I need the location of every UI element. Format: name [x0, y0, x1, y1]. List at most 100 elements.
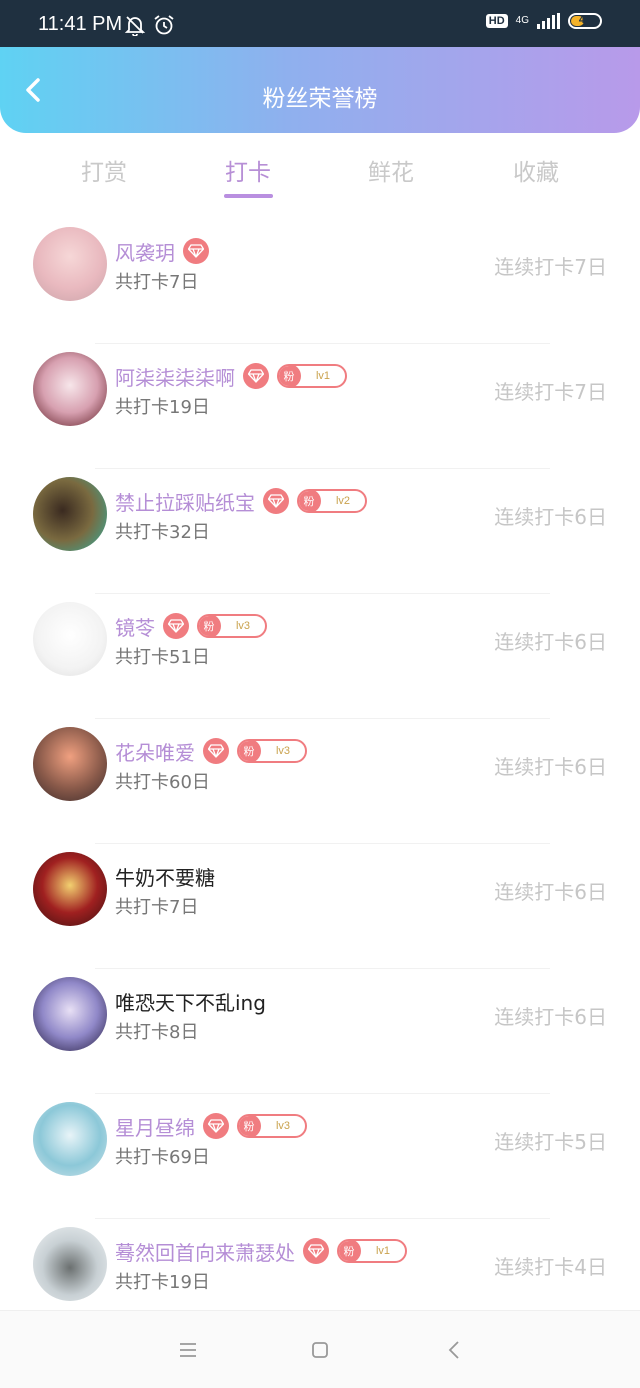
fan-row[interactable]: 阿柒柒柒柒啊 粉 lv1 共打卡19日 连续打卡7日 — [0, 344, 640, 469]
avatar[interactable] — [33, 852, 107, 926]
name-line: 蓦然回首向来萧瑟处 粉 lv1 — [115, 1236, 407, 1266]
fan-level-badge: 粉 lv1 — [277, 364, 347, 388]
fan-row[interactable]: 星月昼绵 粉 lv3 共打卡69日 连续打卡5日 — [0, 1094, 640, 1219]
tab-flowers[interactable]: 鲜花 — [341, 153, 441, 187]
fan-name[interactable]: 阿柒柒柒柒啊 — [115, 362, 235, 391]
status-time: 11:41 PM — [38, 13, 123, 35]
name-line: 牛奶不要糖 — [115, 861, 215, 891]
fan-badge-label: 粉 — [339, 1241, 361, 1261]
fan-name[interactable]: 蓦然回首向来萧瑟处 — [115, 1237, 295, 1266]
avatar[interactable] — [33, 727, 107, 801]
diamond-icon — [183, 238, 209, 264]
name-line: 星月昼绵 粉 lv3 — [115, 1111, 307, 1141]
battery-icon: 47 — [568, 13, 602, 29]
fan-name[interactable]: 星月昼绵 — [115, 1112, 195, 1141]
diamond-icon — [163, 613, 189, 639]
total-checkins: 共打卡19日 — [115, 1272, 210, 1293]
fan-level-badge: 粉 lv3 — [237, 1114, 307, 1138]
fan-level-badge: 粉 lv2 — [297, 489, 367, 513]
checkin-streak: 连续打卡7日 — [494, 380, 607, 404]
diamond-icon — [243, 363, 269, 389]
hd-badge: HD — [485, 14, 508, 28]
fan-badge-label: 粉 — [299, 491, 321, 511]
fan-row[interactable]: 唯恐天下不乱ing 共打卡8日 连续打卡6日 — [0, 969, 640, 1094]
avatar[interactable] — [33, 227, 107, 301]
fan-name[interactable]: 镜苓 — [115, 612, 155, 641]
fan-level: lv1 — [315, 370, 331, 382]
status-right: HD 4G 47 — [485, 13, 602, 29]
total-checkins: 共打卡8日 — [115, 1022, 199, 1043]
avatar[interactable] — [33, 477, 107, 551]
checkin-streak: 连续打卡6日 — [494, 755, 607, 779]
fan-badge-label: 粉 — [239, 741, 261, 761]
name-line: 风袭玥 — [115, 236, 209, 266]
total-checkins: 共打卡7日 — [115, 272, 199, 293]
fan-level-badge: 粉 lv3 — [197, 614, 267, 638]
fan-level-badge: 粉 lv3 — [237, 739, 307, 763]
fan-row[interactable]: 风袭玥共打卡7日 连续打卡7日 — [0, 219, 640, 344]
diamond-icon — [203, 1113, 229, 1139]
fan-badge-label: 粉 — [239, 1116, 261, 1136]
fan-name[interactable]: 花朵唯爱 — [115, 737, 195, 766]
checkin-streak: 连续打卡7日 — [494, 255, 607, 279]
fan-level-badge: 粉 lv1 — [337, 1239, 407, 1263]
status-bar: 11:41 PM HD 4G 47 — [0, 0, 640, 47]
header: 粉丝荣誉榜 — [0, 47, 640, 133]
fan-level: lv1 — [375, 1245, 391, 1257]
diamond-icon — [203, 738, 229, 764]
avatar[interactable] — [33, 352, 107, 426]
home-square-icon[interactable] — [307, 1337, 333, 1363]
fan-badge-label: 粉 — [279, 366, 301, 386]
network-label: 4G — [515, 15, 529, 26]
fan-level: lv3 — [235, 620, 251, 632]
name-line: 唯恐天下不乱ing — [115, 986, 266, 1016]
name-line: 镜苓 粉 lv3 — [115, 611, 267, 641]
fan-list: 风袭玥 共打卡7日 连续打卡7日 阿柒柒柒柒啊粉 lv1 共打卡19日 连续打卡7日 禁止拉踩… — [0, 219, 640, 1344]
diamond-icon — [303, 1238, 329, 1264]
signal-icon — [537, 13, 560, 29]
avatar[interactable] — [33, 977, 107, 1051]
fan-badge-label: 粉 — [199, 616, 221, 636]
avatar[interactable] — [33, 602, 107, 676]
avatar[interactable] — [33, 1102, 107, 1176]
menu-icon[interactable] — [175, 1337, 201, 1363]
checkin-streak: 连续打卡6日 — [494, 880, 607, 904]
tab-checkin[interactable]: 打卡 — [198, 153, 298, 187]
checkin-streak: 连续打卡6日 — [494, 1005, 607, 1029]
avatar[interactable] — [33, 1227, 107, 1301]
name-line: 禁止拉踩贴纸宝 粉 lv2 — [115, 486, 367, 516]
total-checkins: 共打卡7日 — [115, 897, 199, 918]
back-triangle-icon[interactable] — [441, 1337, 467, 1363]
battery-level: 47 — [578, 14, 592, 26]
fan-name[interactable]: 牛奶不要糖 — [115, 862, 215, 891]
checkin-streak: 连续打卡6日 — [494, 505, 607, 529]
checkin-streak: 连续打卡6日 — [494, 630, 607, 654]
active-tab-indicator — [224, 194, 273, 198]
system-nav-bar — [0, 1310, 640, 1388]
tab-favorites[interactable]: 收藏 — [486, 153, 586, 187]
alarm-icon — [154, 15, 174, 35]
fan-row[interactable]: 牛奶不要糖共打卡7日 连续打卡6日 — [0, 844, 640, 969]
checkin-streak: 连续打卡4日 — [494, 1255, 607, 1279]
tab-bar: 打赏 打卡 鲜花 收藏 — [0, 133, 640, 219]
total-checkins: 共打卡51日 — [115, 647, 210, 668]
total-checkins: 共打卡32日 — [115, 522, 210, 543]
checkin-streak: 连续打卡5日 — [494, 1130, 607, 1154]
fan-level: lv2 — [335, 495, 351, 507]
fan-row[interactable]: 禁止拉踩贴纸宝 粉 lv2 共打卡32日 连续打卡6日 — [0, 469, 640, 594]
total-checkins: 共打卡69日 — [115, 1147, 210, 1168]
fan-row[interactable]: 花朵唯爱 粉 lv3 共打卡60日 连续打卡6日 — [0, 719, 640, 844]
name-line: 花朵唯爱 粉 lv3 — [115, 736, 307, 766]
bell-off-icon — [124, 16, 146, 36]
fan-row[interactable]: 镜苓 粉 lv3 共打卡51日 连续打卡6日 — [0, 594, 640, 719]
fan-name[interactable]: 风袭玥 — [115, 237, 175, 266]
fan-level: lv3 — [275, 745, 291, 757]
total-checkins: 共打卡60日 — [115, 772, 210, 793]
fan-name[interactable]: 唯恐天下不乱ing — [115, 987, 266, 1016]
total-checkins: 共打卡19日 — [115, 397, 210, 418]
fan-level: lv3 — [275, 1120, 291, 1132]
diamond-icon — [263, 488, 289, 514]
page-title: 粉丝荣誉榜 — [262, 86, 378, 112]
fan-name[interactable]: 禁止拉踩贴纸宝 — [115, 487, 255, 516]
tab-reward[interactable]: 打赏 — [54, 153, 154, 187]
